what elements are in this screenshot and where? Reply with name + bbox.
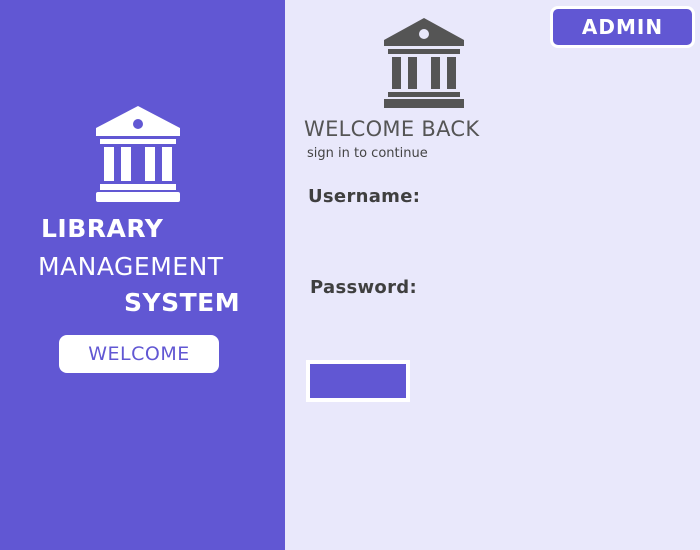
library-building-icon: [384, 18, 464, 108]
login-heading: WELCOME BACK: [304, 117, 480, 141]
admin-button[interactable]: ADMIN: [550, 6, 695, 48]
login-subheading: sign in to continue: [307, 146, 428, 161]
login-submit-button[interactable]: [306, 360, 410, 402]
app-title-line2: MANAGEMENT: [38, 252, 224, 281]
login-panel: [285, 0, 700, 550]
username-label: Username:: [308, 186, 421, 207]
library-building-icon: [96, 106, 180, 202]
password-label: Password:: [310, 277, 417, 298]
username-input[interactable]: [308, 214, 672, 252]
password-input[interactable]: [310, 305, 674, 343]
welcome-button[interactable]: WELCOME: [59, 335, 219, 373]
app-title-line3: SYSTEM: [124, 288, 241, 317]
app-title-line1: LIBRARY: [41, 214, 164, 243]
